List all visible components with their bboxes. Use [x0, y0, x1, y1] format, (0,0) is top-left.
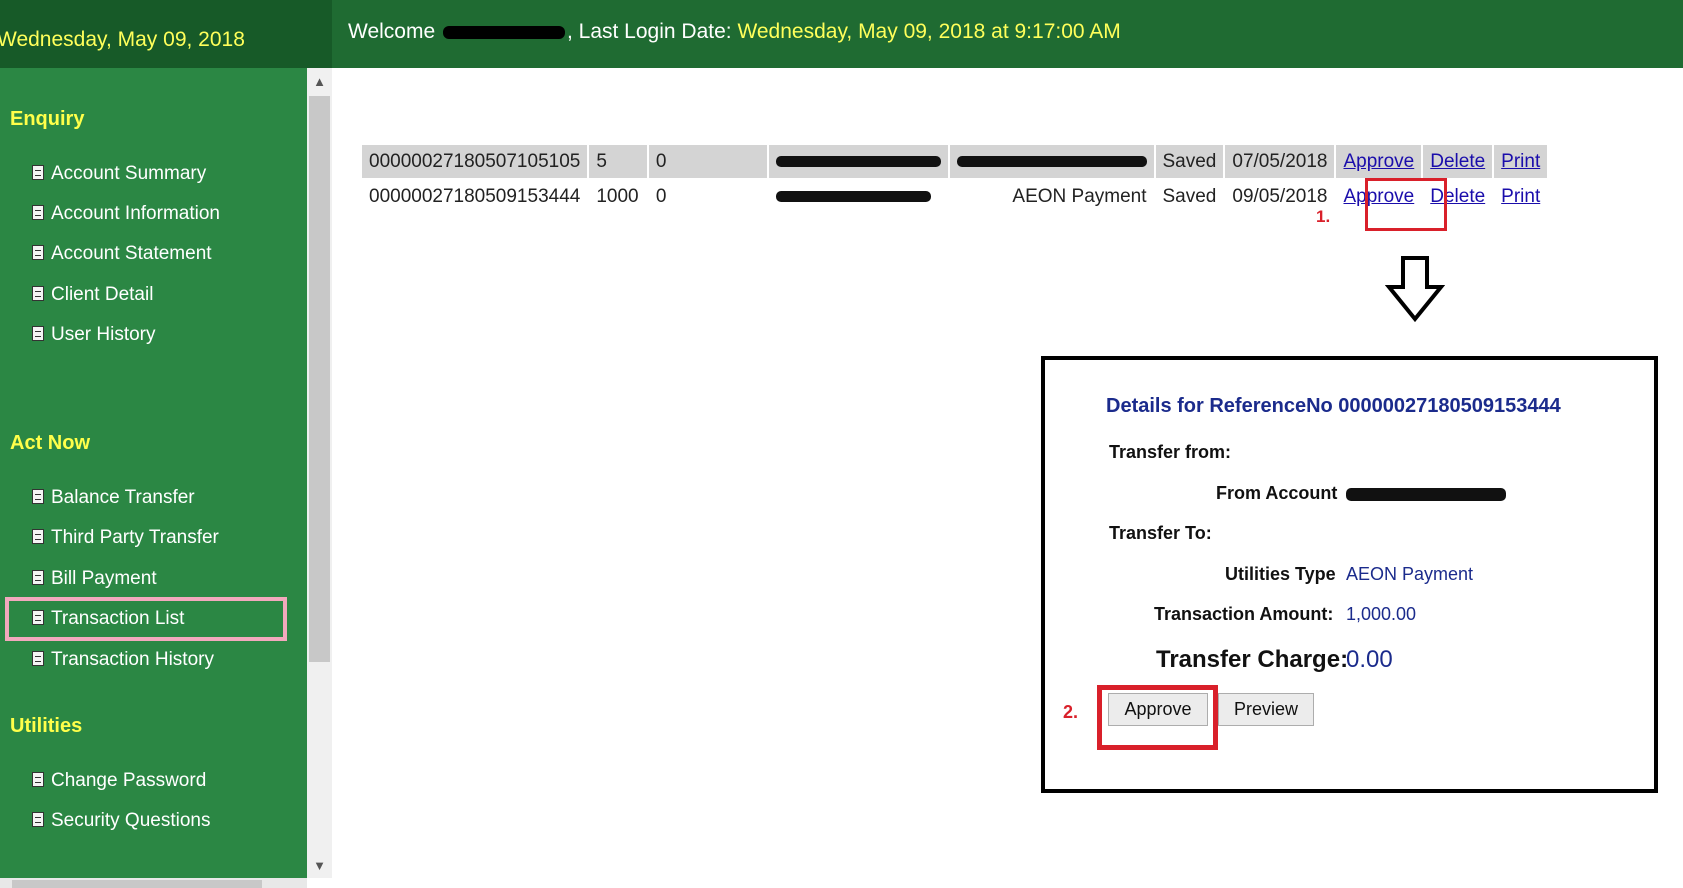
preview-button[interactable]: Preview [1218, 693, 1314, 726]
sidebar-item-label: Account Statement [51, 243, 212, 264]
sidebar-item-bill-payment[interactable]: Bill Payment [32, 568, 157, 590]
approve-link[interactable]: Approve [1336, 145, 1422, 178]
sidebar-item-label: Bill Payment [51, 568, 157, 589]
account-cell [768, 145, 948, 178]
sidebar-item-account-information[interactable]: Account Information [32, 203, 220, 225]
sidebar-item-security-questions[interactable]: Security Questions [32, 810, 210, 832]
date-cell: Wednesday, May 09, 2018 [0, 0, 332, 68]
transfer-charge-value: 0.00 [1346, 646, 1393, 673]
description-cell [949, 145, 1154, 178]
sidebar-item-account-summary[interactable]: Account Summary [32, 163, 206, 185]
horizontal-scrollbar-thumb[interactable] [12, 880, 262, 888]
sidebar-item-transaction-history[interactable]: Transaction History [32, 649, 214, 671]
account-cell [769, 180, 948, 213]
print-link[interactable]: Print [1494, 180, 1547, 213]
sidebar-item-label: User History [51, 324, 156, 345]
charge-cell: 0 [648, 145, 767, 178]
ref-cell: 00000027180507105105 [362, 145, 588, 178]
document-icon [32, 651, 44, 666]
transaction-amount-label: Transaction Amount: [1154, 604, 1334, 624]
document-icon [32, 529, 44, 544]
transaction-amount-value: 1,000.00 [1346, 604, 1417, 624]
document-icon [32, 326, 44, 341]
welcome-bar: Welcome , Last Login Date: Wednesday, Ma… [348, 20, 1121, 44]
utilities-type-value: AEON Payment [1346, 564, 1474, 584]
transfer-charge-label: Transfer Charge: [1156, 646, 1349, 673]
sidebar-item-label: Change Password [51, 770, 207, 791]
document-icon [32, 165, 44, 180]
current-date: Wednesday, May 09, 2018 [0, 28, 245, 51]
table-row: 00000027180507105105 5 0 Saved 07/05/201… [362, 145, 1548, 178]
transfer-to-label: Transfer To: [1109, 523, 1212, 543]
section-heading-enquiry: Enquiry [10, 108, 85, 130]
last-login-label: , Last Login Date: [566, 20, 732, 43]
transfer-from-label: Transfer from: [1109, 442, 1232, 462]
annotation-step-2: 2. [1063, 702, 1079, 722]
description-cell: AEON Payment [1012, 185, 1147, 207]
ref-cell: 00000027180509153444 [369, 185, 581, 207]
document-icon [32, 205, 44, 220]
redacted-description [956, 155, 1147, 167]
sidebar-item-account-statement[interactable]: Account Statement [32, 243, 212, 265]
amount-cell: 1000 [596, 185, 639, 207]
status-cell: Saved [1162, 185, 1217, 207]
annotation-step-1: 1. [1316, 207, 1331, 226]
delete-link[interactable]: Delete [1423, 145, 1493, 178]
down-arrow-icon [1385, 256, 1445, 323]
sidebar-item-user-history[interactable]: User History [32, 324, 156, 346]
sidebar-item-third-party-transfer[interactable]: Third Party Transfer [32, 527, 219, 549]
scroll-up-icon[interactable]: ▲ [307, 74, 332, 89]
section-heading-act-now: Act Now [10, 432, 90, 454]
document-icon [32, 489, 44, 504]
sidebar-item-client-detail[interactable]: Client Detail [32, 284, 153, 306]
date-cell: 07/05/2018 [1225, 145, 1335, 178]
charge-cell: 0 [655, 185, 667, 207]
from-account-label: From Account [1216, 483, 1338, 503]
scrollbar-thumb[interactable] [309, 96, 330, 662]
welcome-label: Welcome [348, 20, 436, 43]
section-heading-utilities: Utilities [10, 715, 83, 737]
print-link[interactable]: Print [1494, 145, 1548, 178]
sidebar-item-label: Balance Transfer [51, 487, 195, 508]
sidebar [0, 68, 307, 878]
details-title: Details for ReferenceNo 0000002718050915… [1106, 395, 1561, 417]
document-icon [32, 245, 44, 260]
sidebar-item-label: Account Information [51, 203, 220, 224]
last-login-value: Wednesday, May 09, 2018 at 9:17:00 AM [737, 20, 1121, 43]
sidebar-item-label: Client Detail [51, 284, 154, 305]
redacted-from-account [1346, 488, 1506, 501]
sidebar-item-change-password[interactable]: Change Password [32, 770, 206, 792]
redacted-account [775, 155, 941, 167]
sidebar-item-label: Transaction History [51, 649, 214, 670]
amount-cell: 5 [589, 145, 647, 178]
utilities-type-label: Utilities Type [1225, 564, 1336, 584]
document-icon [32, 570, 44, 585]
annotation-box-approve-link [1365, 178, 1447, 231]
sidebar-item-label: Third Party Transfer [51, 527, 219, 548]
status-cell: Saved [1155, 145, 1224, 178]
sidebar-item-label: Account Summary [51, 163, 207, 184]
document-icon [32, 812, 44, 827]
redacted-username [442, 26, 565, 39]
redacted-account [775, 190, 931, 202]
sidebar-item-balance-transfer[interactable]: Balance Transfer [32, 487, 195, 509]
document-icon [32, 286, 44, 301]
scroll-down-icon[interactable]: ▼ [307, 858, 332, 873]
highlight-transaction-list [5, 597, 287, 641]
annotation-box-approve-button [1097, 685, 1218, 750]
sidebar-item-label: Security Questions [51, 810, 211, 831]
document-icon [32, 772, 44, 787]
